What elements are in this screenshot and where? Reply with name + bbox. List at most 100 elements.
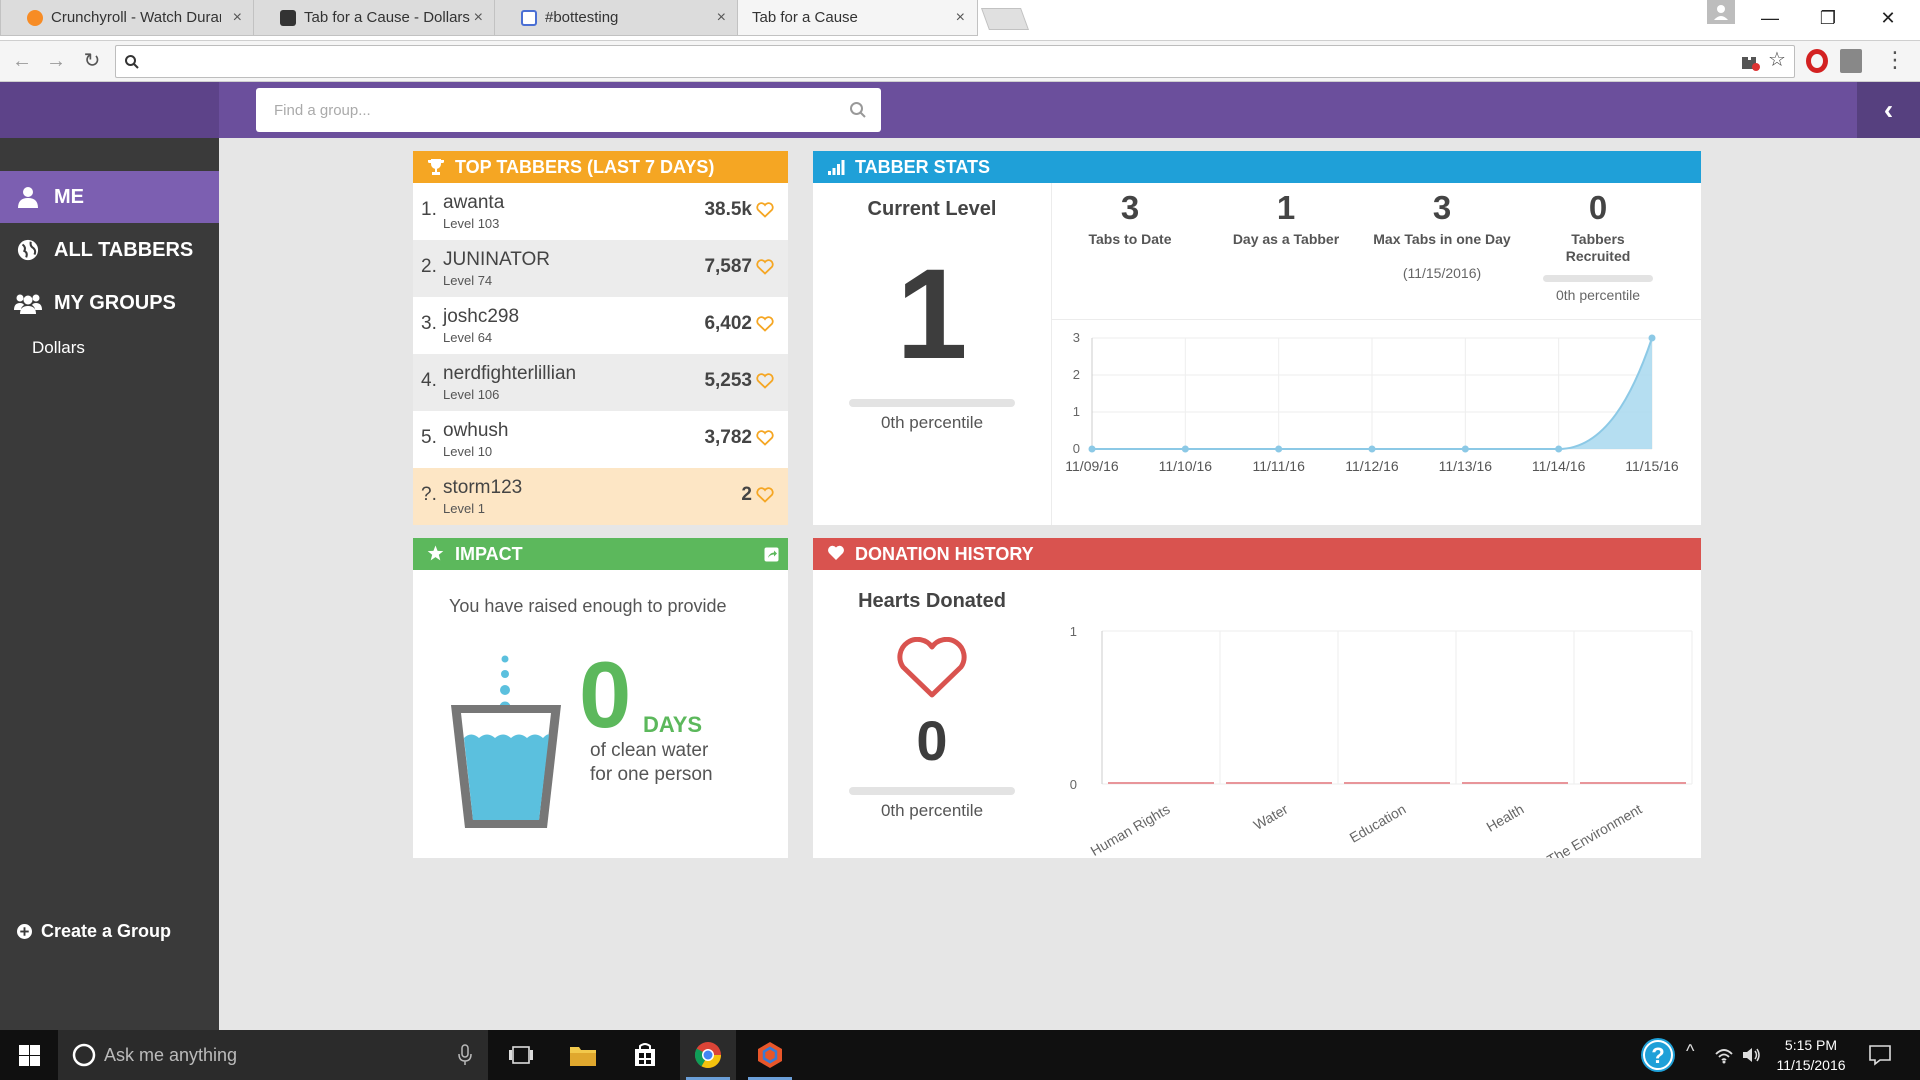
group-search-input[interactable]	[256, 88, 881, 132]
address-bar[interactable]: ☆	[115, 45, 1795, 78]
stat-days-label: Day as a Tabber	[1232, 231, 1340, 247]
impact-text: You have raised enough to provide	[449, 596, 727, 616]
users-icon	[14, 294, 42, 314]
share-icon[interactable]	[764, 547, 779, 562]
close-window-button[interactable]: ✕	[1860, 0, 1916, 36]
taskbar-store[interactable]	[618, 1030, 674, 1080]
tabber-stats-card: TABBER STATS Current Level 1 0th percent…	[813, 151, 1701, 525]
chevron-left-icon: ‹	[1883, 94, 1894, 125]
tabber-stats-header: TABBER STATS	[813, 151, 1701, 183]
stat-tabs-to-date-label: Tabs to Date	[1088, 231, 1172, 247]
profile-icon[interactable]	[1707, 0, 1735, 24]
data-point	[1648, 334, 1656, 342]
bookmark-star-icon[interactable]: ☆	[1768, 47, 1786, 72]
plus-circle-icon	[17, 924, 32, 939]
chat-app-icon	[521, 10, 537, 26]
tabber-hearts: 38.5k	[704, 199, 752, 220]
sidebar-item-all-tabbers[interactable]: ALL TABBERS	[0, 224, 219, 276]
clock-time: 5:15 PM	[1784, 1037, 1838, 1053]
tabber-level: Level 64	[443, 330, 493, 345]
taskbar-file-explorer[interactable]	[555, 1030, 611, 1080]
task-view-button[interactable]	[492, 1030, 548, 1080]
folder-icon	[570, 1047, 596, 1066]
clock-date: 11/15/2016	[1776, 1057, 1846, 1073]
tabber-level: Level 10	[443, 444, 493, 459]
donation-progress-bar	[849, 787, 1015, 795]
category-bar	[1580, 782, 1686, 784]
notification-center-icon[interactable]	[1868, 1044, 1892, 1066]
minimize-button[interactable]: —	[1742, 0, 1798, 36]
level-percentile: 0th percentile	[880, 413, 984, 432]
browser-tab-bottesting[interactable]: #bottesting ×	[494, 0, 739, 36]
wifi-icon[interactable]	[1714, 1046, 1734, 1064]
stat-tabs-to-date-value: 3	[1120, 189, 1140, 226]
tabber-rank: ?.	[421, 484, 437, 505]
new-tab-button[interactable]	[980, 8, 1030, 30]
forward-button[interactable]: →	[42, 47, 70, 75]
extension-blocked-icon[interactable]	[1740, 53, 1760, 71]
stat-recruited-label: Tabbers Recruited	[1565, 231, 1631, 264]
impact-unit: DAYS	[643, 712, 703, 737]
tabber-rank: 4.	[421, 370, 437, 391]
menu-kebab-icon[interactable]: ⋮	[1884, 47, 1906, 73]
sidebar-item-my-groups[interactable]: MY GROUPS	[0, 277, 219, 329]
heart-outline-icon	[756, 259, 774, 275]
windows-start-icon[interactable]	[19, 1045, 40, 1066]
clock[interactable]: 5:15 PM 11/15/2016	[1770, 1035, 1852, 1075]
water-glass-icon	[451, 655, 561, 828]
tab-title: #bottesting	[545, 9, 619, 26]
browser-tab-active[interactable]: Tab for a Cause ×	[737, 0, 978, 36]
y-tick-label: 0	[1070, 777, 1077, 792]
extension-icon[interactable]	[1840, 49, 1862, 73]
taskbar-app[interactable]	[742, 1030, 798, 1080]
back-button[interactable]: ←	[8, 47, 36, 75]
tabber-level: Level 106	[443, 387, 500, 402]
chrome-icon	[694, 1042, 722, 1069]
card-title: DONATION HISTORY	[855, 544, 1034, 564]
cortana-search[interactable]	[58, 1030, 488, 1080]
tab-close-icon[interactable]: ×	[717, 0, 726, 35]
x-tick-label: The Environment	[1544, 801, 1644, 858]
current-level-value: 1	[896, 243, 968, 386]
microphone-icon[interactable]	[458, 1044, 472, 1066]
sidebar-item-me[interactable]: ME	[0, 171, 219, 223]
heart-icon	[828, 545, 844, 560]
top-tabbers-card: TOP TABBERS (LAST 7 DAYS) 1. awanta Level …	[413, 151, 788, 525]
create-group-button[interactable]: Create a Group	[17, 921, 171, 942]
tab-close-icon[interactable]: ×	[474, 0, 483, 35]
tabber-hearts: 5,253	[704, 370, 752, 391]
search-icon[interactable]	[849, 101, 867, 119]
help-icon[interactable]: ?	[1640, 1037, 1676, 1073]
hexagon-app-icon	[758, 1042, 782, 1068]
top-tabbers-header: TOP TABBERS (LAST 7 DAYS)	[413, 151, 788, 183]
tab-close-icon[interactable]: ×	[233, 0, 242, 35]
cortana-circle-icon	[72, 1043, 96, 1067]
chevron-up-icon[interactable]: ^	[1686, 1041, 1694, 1062]
svg-text:?: ?	[1651, 1043, 1664, 1068]
taskbar-chrome[interactable]	[680, 1030, 736, 1080]
donation-percentile: 0th percentile	[880, 801, 984, 820]
tab-close-icon[interactable]: ×	[956, 0, 965, 35]
speaker-icon[interactable]	[1742, 1046, 1762, 1064]
y-tick-label: 2	[1073, 367, 1080, 382]
collapse-panel-button[interactable]: ‹	[1857, 82, 1920, 138]
y-tick-label: 0	[1073, 441, 1080, 456]
x-tick-label: Human Rights	[1088, 801, 1173, 858]
data-point	[1555, 445, 1563, 453]
sidebar-group-dollars[interactable]: Dollars	[32, 338, 85, 358]
x-tick-label: Water	[1251, 801, 1291, 833]
browser-tab-crunchyroll[interactable]: Crunchyroll - Watch Durarara ×	[0, 0, 255, 36]
tab-title: Tab for a Cause	[752, 9, 858, 26]
opera-extension-icon[interactable]	[1806, 49, 1828, 73]
app-header-left	[0, 82, 219, 138]
tabber-rank: 5.	[421, 427, 437, 448]
impact-line-2: for one person	[590, 764, 713, 785]
browser-tab-dollars[interactable]: Tab for a Cause - Dollars ×	[253, 0, 496, 36]
maximize-button[interactable]: ❐	[1800, 0, 1856, 36]
cortana-search-input[interactable]	[104, 1030, 444, 1080]
windows-taskbar: ? ^ 5:15 PM 11/15/2016	[0, 1030, 1920, 1080]
crunchyroll-icon	[27, 10, 43, 26]
x-tick-label: 11/13/16	[1439, 458, 1493, 474]
reload-button[interactable]: ↻	[78, 47, 106, 75]
group-search[interactable]	[256, 88, 881, 132]
